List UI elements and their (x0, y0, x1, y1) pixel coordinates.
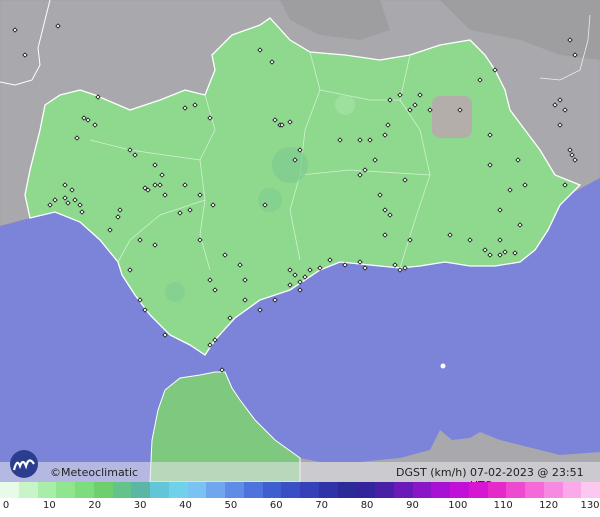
legend-tick-label: 130 (580, 500, 600, 511)
legend-swatch (356, 482, 375, 498)
legend-swatch (318, 482, 338, 498)
map-svg (0, 0, 600, 482)
legend-ticks: 0 10 20 30 40 50 60 70 80 90 100 110 120 130 (0, 500, 600, 514)
legend-swatch (543, 482, 563, 498)
legend-swatch (206, 482, 225, 498)
legend-tick-label: 110 (493, 500, 513, 511)
legend-tick-label: 50 (224, 500, 238, 511)
legend-tick-label: 120 (539, 500, 559, 511)
legend-swatch (393, 482, 413, 498)
color-legend: 0 10 20 30 40 50 60 70 80 90 100 110 120 130 (0, 482, 600, 517)
legend-swatch (337, 482, 357, 498)
meteoclimatic-logo (10, 450, 38, 478)
shade-blotch (335, 95, 355, 115)
legend-swatch (18, 482, 38, 498)
legend-swatch (281, 482, 300, 498)
shade-blotch (165, 282, 185, 302)
legend-tick-label: 0 (2, 500, 10, 511)
legend-tick-label: 100 (448, 500, 468, 511)
legend-swatch (412, 482, 432, 498)
legend-swatch (0, 482, 19, 498)
shade-blotch (272, 147, 308, 183)
map-canvas: ©Meteoclimatic DGST (km/h) 07-02-2023 @ … (0, 0, 600, 517)
legend-swatch (450, 482, 469, 498)
legend-swatch (375, 482, 394, 498)
legend-swatch (112, 482, 132, 498)
credit-brand: ©Meteoclimatic (50, 466, 139, 479)
legend-tick-label: 30 (133, 500, 147, 511)
legend-swatch (131, 482, 150, 498)
legend-swatch (581, 482, 600, 498)
legend-swatch (431, 482, 450, 498)
legend-swatch (525, 482, 544, 498)
legend-color-bar (0, 482, 600, 498)
legend-swatch (56, 482, 75, 498)
legend-swatch (262, 482, 282, 498)
legend-tick-label: 90 (406, 500, 419, 511)
legend-swatch (187, 482, 207, 498)
variable-label: DGST (km/h) (396, 466, 467, 479)
legend-tick-label: 80 (360, 500, 374, 511)
legend-swatch (562, 482, 582, 498)
legend-swatch (37, 482, 57, 498)
alboran-island (440, 363, 446, 369)
legend-swatch (150, 482, 169, 498)
legend-tick-label: 40 (179, 500, 192, 511)
legend-swatch (225, 482, 244, 498)
highland-patch (432, 96, 472, 138)
legend-swatch (468, 482, 488, 498)
legend-swatch (75, 482, 94, 498)
legend-swatch (506, 482, 525, 498)
legend-swatch (243, 482, 263, 498)
legend-swatch (300, 482, 319, 498)
legend-tick-label: 20 (88, 500, 102, 511)
legend-tick-label: 60 (269, 500, 283, 511)
legend-tick-label: 10 (43, 500, 56, 511)
legend-swatch (168, 482, 188, 498)
legend-swatch (93, 482, 113, 498)
legend-swatch (487, 482, 507, 498)
legend-tick-label: 70 (315, 500, 329, 511)
shade-blotch (258, 188, 282, 212)
